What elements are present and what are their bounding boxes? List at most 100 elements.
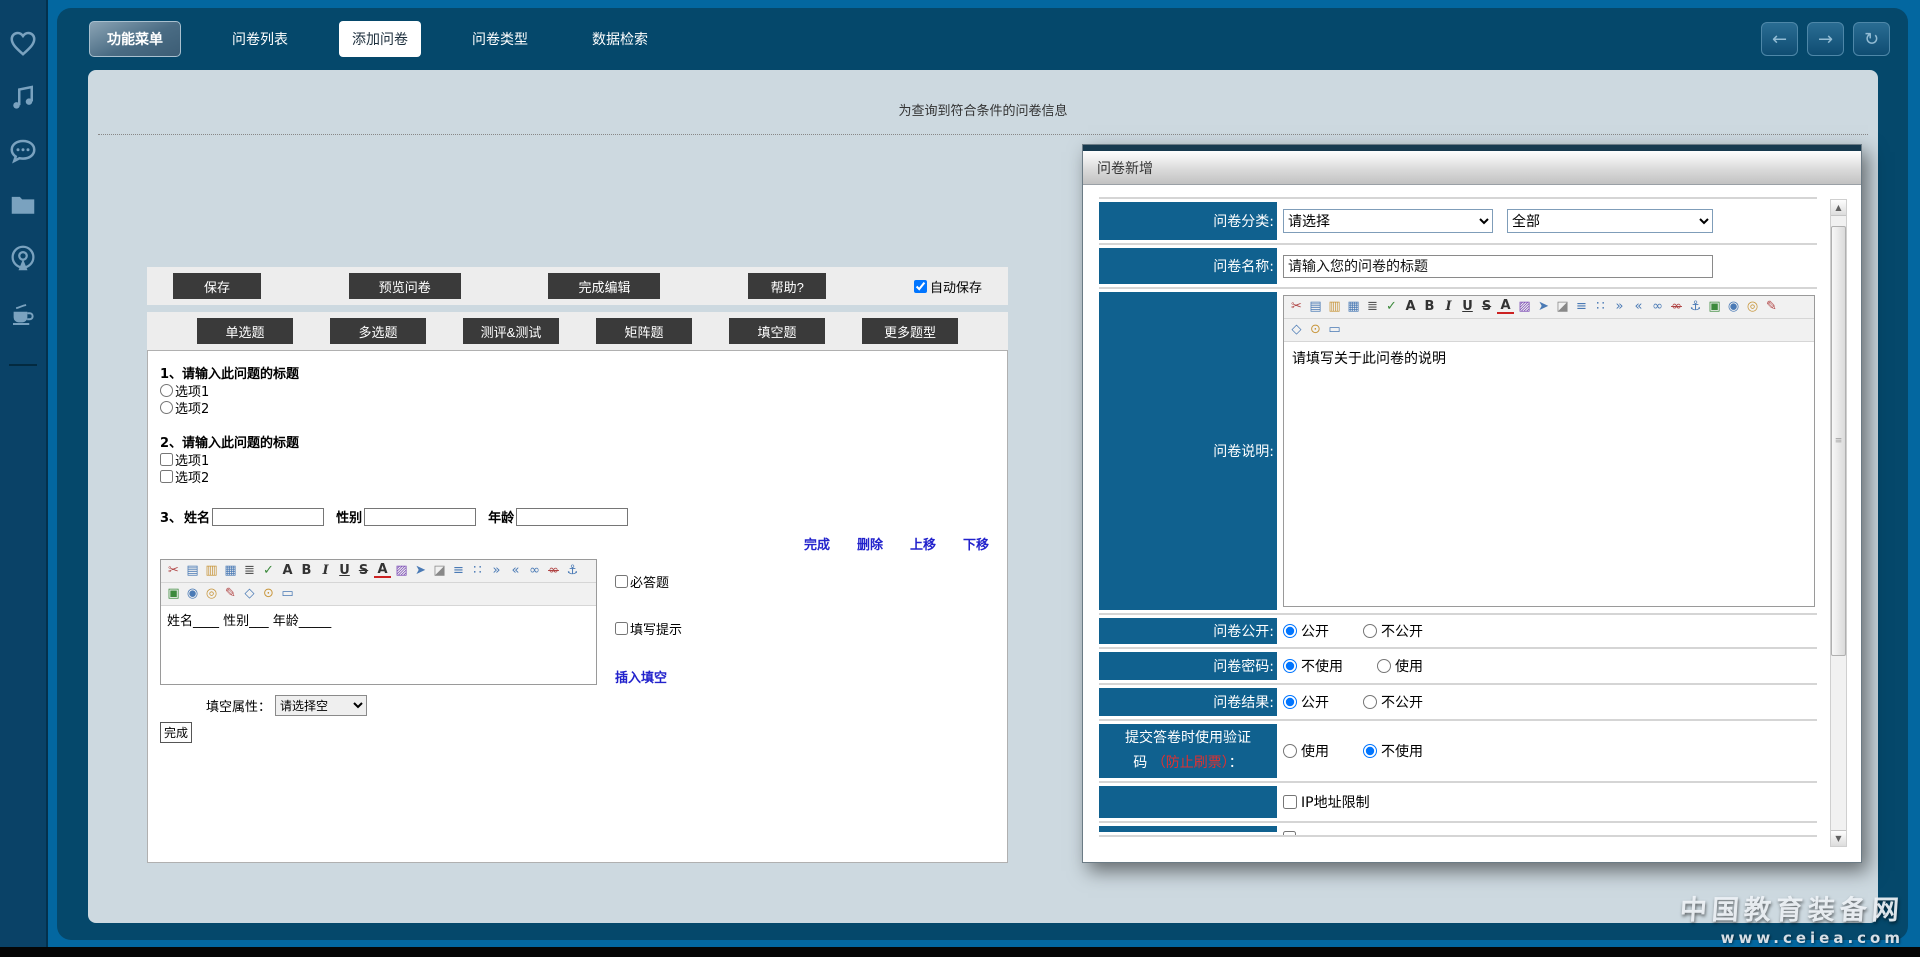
paragraph-format-icon[interactable]: ≣ (241, 563, 258, 579)
type-matrix-button[interactable]: 矩阵题 (596, 318, 692, 344)
done-button[interactable]: 完成 (160, 722, 192, 743)
indent-icon[interactable]: » (488, 563, 505, 579)
copy-icon[interactable]: ▤ (184, 563, 201, 579)
move-down-link[interactable]: 下移 (963, 534, 989, 553)
modal-scrollbar[interactable]: ▲ ≡ ▼ (1830, 199, 1847, 847)
bg-color-icon[interactable]: ▨ (393, 563, 410, 579)
public-option-closed[interactable]: 不公开 (1363, 621, 1423, 641)
image-icon[interactable]: ▣ (165, 586, 182, 602)
password-disabled-radio[interactable] (1283, 659, 1297, 673)
password-option-enabled[interactable]: 使用 (1377, 656, 1423, 676)
tab-survey-list[interactable]: 问卷列表 (219, 21, 301, 57)
link-icon[interactable]: ∞ (526, 563, 543, 579)
media-icon[interactable]: ◎ (1744, 299, 1761, 315)
delete-link[interactable]: 删除 (857, 534, 883, 553)
select-icon[interactable]: ➤ (412, 563, 429, 579)
captcha-option-enabled[interactable]: 使用 (1283, 741, 1329, 761)
preview-button[interactable]: 预览问卷 (349, 273, 461, 299)
outdent-icon[interactable]: « (507, 563, 524, 579)
move-up-link[interactable]: 上移 (910, 534, 936, 553)
heart-icon[interactable] (0, 28, 46, 58)
eraser-icon[interactable]: ◪ (431, 563, 448, 579)
result-open-radio[interactable] (1283, 695, 1297, 709)
ip-limit-toggle[interactable]: IP地址限制 (1283, 792, 1370, 812)
flash-icon[interactable]: ◉ (184, 586, 201, 602)
tab-add-survey[interactable]: 添加问卷 (339, 21, 421, 57)
edit-table-icon[interactable]: ✎ (222, 586, 239, 602)
preview-icon[interactable]: ⊙ (260, 586, 277, 602)
clipped-row-checkbox[interactable] (1283, 831, 1296, 837)
align-icon[interactable]: ≡ (450, 563, 467, 579)
align-icon[interactable]: ≡ (1573, 299, 1590, 315)
autosave-toggle[interactable]: 自动保存 (914, 277, 982, 296)
menu-button[interactable]: 功能菜单 (89, 21, 181, 57)
required-question-checkbox[interactable] (615, 575, 628, 588)
italic-icon[interactable]: I (317, 563, 334, 579)
captcha-disabled-radio[interactable] (1363, 744, 1377, 758)
bold-icon[interactable]: B (1421, 299, 1438, 315)
spellcheck-icon[interactable]: ✓ (260, 563, 277, 579)
broadcast-icon[interactable] (0, 244, 46, 274)
password-option-disabled[interactable]: 不使用 (1283, 656, 1343, 676)
underline-icon[interactable]: U (1459, 299, 1476, 315)
required-question-toggle[interactable]: 必答题 (615, 573, 682, 590)
refresh-icon[interactable]: ↻ (1853, 22, 1890, 56)
question-3-field-1-input[interactable] (212, 508, 324, 526)
copy-icon[interactable]: ▤ (1307, 299, 1324, 315)
code-icon[interactable]: ◇ (241, 586, 258, 602)
back-arrow-icon[interactable]: ← (1761, 22, 1798, 56)
unlink-icon[interactable]: ∞ (1668, 299, 1685, 315)
editor-content[interactable]: 姓名____ 性别___ 年龄_____ (161, 606, 596, 684)
indent-icon[interactable]: » (1611, 299, 1628, 315)
hint-checkbox[interactable] (615, 622, 628, 635)
password-enabled-radio[interactable] (1377, 659, 1391, 673)
ip-limit-checkbox[interactable] (1283, 795, 1297, 809)
blank-attribute-select[interactable]: 请选择空 (275, 695, 367, 716)
result-closed-radio[interactable] (1363, 695, 1377, 709)
coffee-icon[interactable] (0, 298, 46, 328)
type-single-choice-button[interactable]: 单选题 (197, 318, 293, 344)
help-button[interactable]: 帮助? (748, 273, 826, 299)
paragraph-format-icon[interactable]: ≣ (1364, 299, 1381, 315)
text-color-icon[interactable]: A (374, 563, 391, 578)
survey-name-input[interactable] (1283, 255, 1713, 278)
tab-data-search[interactable]: 数据检索 (579, 21, 661, 57)
tab-survey-type[interactable]: 问卷类型 (459, 21, 541, 57)
public-closed-radio[interactable] (1363, 624, 1377, 638)
scroll-up-icon[interactable]: ▲ (1831, 200, 1846, 216)
spellcheck-icon[interactable]: ✓ (1383, 299, 1400, 315)
question-2-option-2-checkbox[interactable] (160, 470, 173, 483)
anchor-icon[interactable]: ⚓ (564, 563, 581, 579)
select-icon[interactable]: ➤ (1535, 299, 1552, 315)
link-icon[interactable]: ∞ (1649, 299, 1666, 315)
bold-icon[interactable]: B (298, 563, 315, 579)
hint-toggle[interactable]: 填写提示 (615, 620, 682, 637)
font-icon[interactable]: A (279, 563, 296, 579)
public-open-radio[interactable] (1283, 624, 1297, 638)
type-multi-choice-button[interactable]: 多选题 (330, 318, 426, 344)
question-1-option-2-radio[interactable] (160, 401, 173, 414)
paste-word-icon[interactable]: ▦ (222, 563, 239, 579)
outdent-icon[interactable]: « (1630, 299, 1647, 315)
eraser-icon[interactable]: ◪ (1554, 299, 1571, 315)
paste-icon[interactable]: ▥ (1326, 299, 1343, 315)
finish-link[interactable]: 完成 (804, 534, 830, 553)
result-option-open[interactable]: 公开 (1283, 692, 1329, 712)
type-test-button[interactable]: 测评&测试 (463, 318, 559, 344)
strikethrough-icon[interactable]: S (355, 563, 372, 579)
cut-icon[interactable]: ✂ (165, 563, 182, 579)
flash-icon[interactable]: ◉ (1725, 299, 1742, 315)
question-2-option-1-checkbox[interactable] (160, 453, 173, 466)
finish-edit-button[interactable]: 完成编辑 (548, 273, 660, 299)
result-option-closed[interactable]: 不公开 (1363, 692, 1423, 712)
description-content[interactable]: 请填写关于此问卷的说明 (1284, 342, 1814, 606)
type-fill-blank-button[interactable]: 填空题 (729, 318, 825, 344)
italic-icon[interactable]: I (1440, 299, 1457, 315)
paste-icon[interactable]: ▥ (203, 563, 220, 579)
image-icon[interactable]: ▣ (1706, 299, 1723, 315)
type-more-button[interactable]: 更多题型 (862, 318, 958, 344)
insert-blank-link[interactable]: 插入填空 (615, 667, 682, 686)
underline-icon[interactable]: U (336, 563, 353, 579)
edit-table-icon[interactable]: ✎ (1763, 299, 1780, 315)
scrollbar-thumb[interactable]: ≡ (1831, 226, 1846, 656)
